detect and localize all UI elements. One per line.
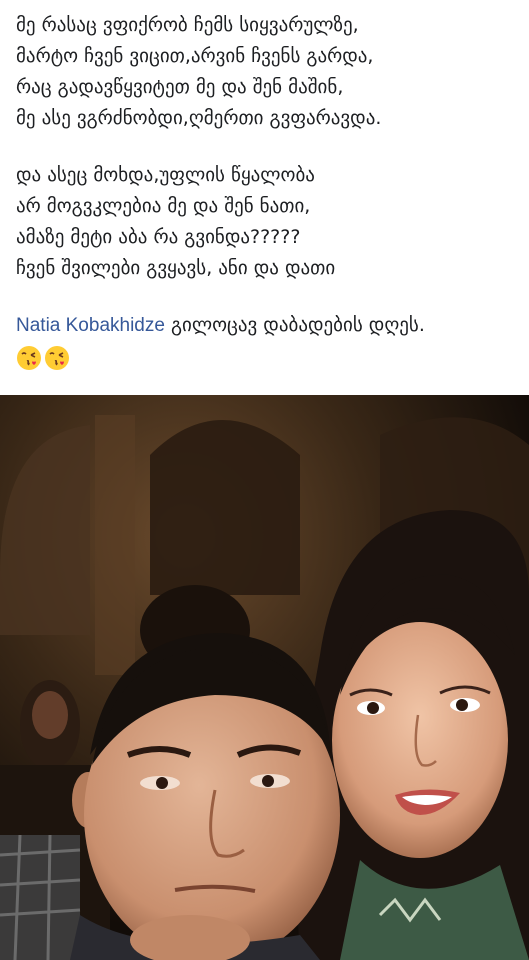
poem-line: ჩვენ შვილები გვყავს, ანი და დათი	[16, 257, 336, 279]
emoji-row	[16, 341, 521, 375]
face-blowing-a-kiss-icon	[17, 346, 41, 370]
couple-photo-illustration	[0, 395, 529, 960]
birthday-line: Natia Kobakhidze გილოცავ დაბადების დღეს.	[16, 310, 521, 341]
poem-line: და ასეც მოხდა,უფლის წყალობა	[16, 164, 315, 186]
user-mention-link[interactable]: Natia Kobakhidze	[16, 315, 165, 336]
poem-line: არ მოგვკლებია მე და შენ ნათი,	[16, 195, 311, 217]
poem-line: ამაზე მეტი აბა რა გვინდა?????	[16, 226, 301, 248]
poem-line: რაც გადავწყვიტეთ მე და შენ მაშინ,	[16, 76, 344, 98]
post-photo[interactable]	[0, 395, 529, 960]
face-blowing-a-kiss-icon	[45, 346, 69, 370]
poem-line: მე რასაც ვფიქრობ ჩემს სიყვარულზე,	[16, 14, 359, 36]
facebook-post: მე რასაც ვფიქრობ ჩემს სიყვარულზე, მარტო …	[0, 0, 529, 960]
poem-line: მარტო ჩვენ ვიცით,არვინ ჩვენს გარდა,	[16, 45, 374, 67]
stanza-gap	[16, 284, 521, 310]
poem-line: მე ასე ვგრძნობდი,ღმერთი გვფარავდა.	[16, 107, 382, 129]
birthday-text: გილოცავ დაბადების დღეს.	[164, 314, 425, 336]
stanza-gap	[16, 134, 521, 160]
post-text: მე რასაც ვფიქრობ ჩემს სიყვარულზე, მარტო …	[16, 10, 521, 375]
